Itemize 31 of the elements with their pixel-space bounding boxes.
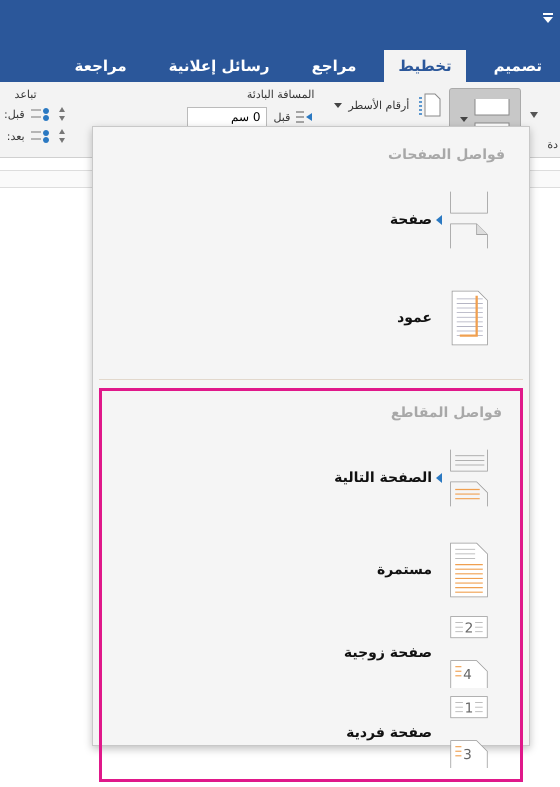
- menu-item[interactable]: الصفحة التالية: [102, 429, 502, 527]
- customize-icon[interactable]: [542, 12, 554, 24]
- spin-arrows-icon[interactable]: [56, 105, 67, 123]
- spacing-icon: [30, 129, 51, 143]
- field-label: قبل:: [4, 108, 25, 120]
- line-numbers-button[interactable]: أرقام الأسطر: [348, 98, 410, 112]
- menu-item[interactable]: عمود: [99, 269, 505, 367]
- page-number: 2: [464, 620, 474, 636]
- menu-item[interactable]: صفحة: [99, 171, 505, 269]
- ribbon-tab[interactable]: مراجعة: [60, 50, 141, 82]
- dropdown-caret-icon: [459, 114, 470, 124]
- group-label: دة: [547, 138, 558, 151]
- ribbon-tab[interactable]: تصميم: [480, 50, 556, 82]
- spin-arrows-icon[interactable]: [56, 127, 67, 145]
- page-number: 4: [463, 666, 472, 683]
- ribbon-tab[interactable]: تخطيط: [384, 50, 466, 82]
- spacing-icon: [30, 107, 51, 121]
- menu-item[interactable]: مستمرة: [102, 527, 502, 613]
- indent-before-field[interactable]: 0 سم: [187, 107, 268, 127]
- dropdown-caret-icon: [334, 101, 342, 109]
- page-number: 3: [463, 746, 472, 763]
- indent-icon: [296, 110, 314, 124]
- group-title: المسافة البادئة: [246, 88, 314, 101]
- section-title: فواصل الصفحات: [388, 147, 505, 163]
- section-title: فواصل المقاطع: [390, 405, 502, 421]
- ribbon-tab[interactable]: رسائل إعلانية: [154, 50, 284, 82]
- field-label: بعد:: [6, 130, 25, 142]
- field-label: قبل: [273, 110, 290, 124]
- page-number: 1: [464, 700, 474, 716]
- group-title: تباعد: [14, 88, 37, 101]
- ribbon-tab[interactable]: مراجع: [298, 50, 370, 82]
